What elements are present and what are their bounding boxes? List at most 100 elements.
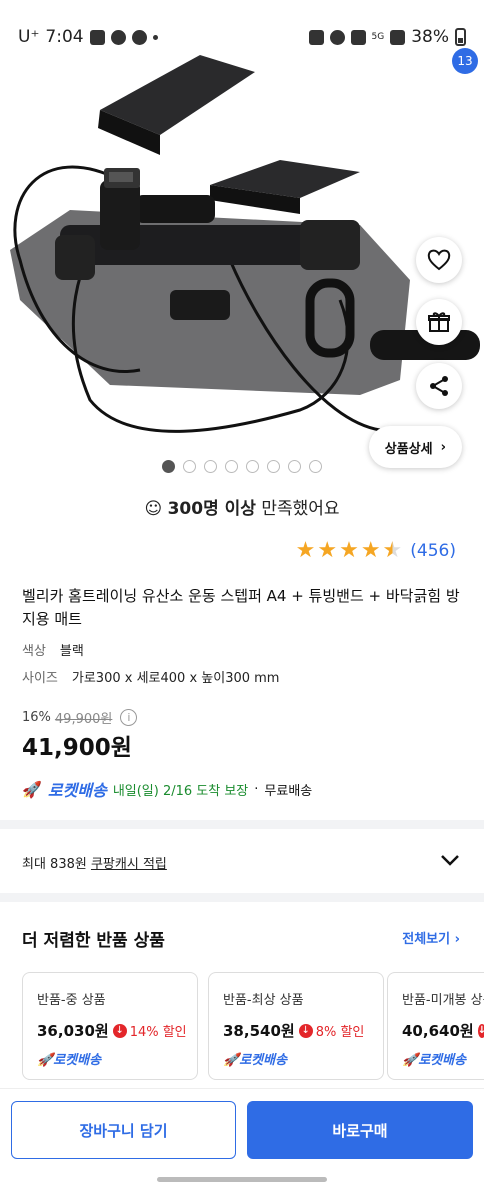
option-value: 가로300 x 세로400 x 높이300 mm (71, 671, 280, 686)
chevron-right-icon: › (454, 932, 460, 947)
cash-prefix: 최대 838원 (22, 857, 91, 872)
card-price-row: 36,030원 ↓ 14% 할인 (37, 1020, 187, 1041)
lock-icon (308, 29, 324, 45)
rocket-delivery-label: 로켓배송 (47, 781, 107, 800)
view-all-link[interactable]: 전체보기 › (402, 928, 460, 947)
card-discount: ↓ 8% 할인 (298, 1021, 365, 1040)
cart-count-badge: 13 (452, 48, 478, 74)
return-product-card[interactable]: 반품-중 상품 36,030원 ↓ 14% 할인 🚀로켓배송 (22, 972, 198, 1080)
product-detail-label: 상품상세 (384, 441, 433, 457)
card-discount-label: 14% 할인 (129, 1025, 187, 1040)
card-price: 38,540원 (223, 1022, 295, 1040)
back-button[interactable] (12, 56, 48, 92)
section-divider (0, 820, 484, 829)
gift-icon (428, 312, 450, 332)
star-icon: ★ (317, 538, 338, 563)
star-icon: ★ (295, 538, 316, 563)
home-button[interactable] (368, 56, 404, 92)
time: 7:04 (45, 27, 84, 47)
chevron-right-icon: › (440, 439, 446, 455)
half-star-icon: ★ (382, 538, 403, 563)
link-icon (110, 29, 126, 45)
chevron-down-icon (441, 855, 459, 866)
gallery-dot[interactable] (204, 460, 217, 473)
return-product-card[interactable]: 반품-미개봉 상품 40,640원 ↓ 🚀로켓배송 (387, 972, 484, 1080)
battery-icon (455, 28, 466, 46)
gallery-dot[interactable] (267, 460, 280, 473)
network-type: 5G (371, 32, 385, 42)
cart-button[interactable]: 13 (432, 48, 478, 92)
view-all-label: 전체보기 (402, 932, 451, 947)
product-page: 상품상세 › U⁺ 7:04 5G 38% 13 ☺ 300명 이상 만족했어요… (0, 0, 484, 1188)
bottom-action-bar: 장바구니 담기 바로구매 (0, 1088, 484, 1188)
arrow-down-icon: ↓ (298, 1023, 313, 1038)
arrow-down-icon: ↓ (112, 1023, 127, 1038)
add-to-cart-button[interactable]: 장바구니 담기 (11, 1101, 236, 1159)
option-color: 색상 블랙 (22, 640, 84, 659)
discount-row: 16% 49,900원 i (22, 708, 138, 727)
discount-rate: 16% (22, 710, 51, 725)
info-icon[interactable]: i (120, 709, 138, 726)
gesture-home-bar[interactable] (157, 1177, 327, 1182)
share-icon (430, 376, 448, 396)
gallery-dot[interactable] (162, 460, 175, 473)
card-discount: ↓ 14% 할인 (112, 1021, 187, 1040)
free-shipping: 무료배송 (264, 783, 313, 799)
search-button[interactable] (305, 56, 341, 92)
talk-icon (131, 29, 147, 45)
arrow-down-icon: ↓ (477, 1023, 484, 1038)
star-icon: ★ (339, 538, 359, 563)
gallery-dot[interactable] (183, 460, 196, 473)
card-rocket: 🚀로켓배송 (37, 1049, 183, 1068)
rocket-icon: 🚀 (22, 779, 42, 799)
gallery-dot[interactable] (309, 460, 322, 473)
card-price-row: 40,640원 ↓ (402, 1020, 484, 1041)
card-label: 반품-미개봉 상품 (402, 993, 484, 1008)
share-button[interactable] (416, 363, 462, 409)
gallery-dot[interactable] (225, 460, 238, 473)
card-rocket-label: 로켓배송 (418, 1053, 467, 1068)
battery-percent: 38% (411, 27, 449, 47)
coupang-cash-link[interactable]: 쿠팡캐시 적립 (91, 857, 167, 872)
option-label: 색상 (22, 644, 46, 659)
top-navigation: 13 (0, 48, 484, 100)
card-rocket-label: 로켓배송 (53, 1053, 102, 1068)
card-discount-label: 8% 할인 (315, 1025, 365, 1040)
buy-now-button[interactable]: 바로구매 (247, 1101, 473, 1159)
card-price-row: 38,540원 ↓ 8% 할인 (223, 1020, 369, 1041)
smile-icon: ☺ (144, 499, 163, 519)
option-label: 사이즈 (22, 671, 58, 686)
rating-summary[interactable]: ★ ★ ★ ★ ★ (456) (296, 540, 456, 562)
wishlist-button[interactable] (416, 237, 462, 283)
gallery-dot[interactable] (288, 460, 301, 473)
notification-icon (89, 29, 105, 45)
home-icon (373, 60, 399, 88)
gallery-dot[interactable] (246, 460, 259, 473)
heart-icon (427, 249, 451, 271)
option-size: 사이즈 가로300 x 세로400 x 높이300 mm (22, 667, 279, 686)
product-title: 벨리카 홈트레이닝 유산소 운동 스텝퍼 A4 + 튜빙밴드 + 바닥긁힘 방지… (22, 587, 460, 628)
satisfaction-summary: ☺ 300명 이상 만족했어요 (0, 494, 484, 519)
delivery-info: 🚀 로켓배송 내일(일) 2/16 도착 보장 · 무료배송 (22, 777, 312, 801)
satisfaction-text: 만족했어요 (261, 499, 340, 519)
option-value: 블랙 (59, 644, 84, 659)
rocket-icon: 🚀 (223, 1053, 240, 1068)
search-icon (309, 60, 337, 88)
gallery-dots[interactable] (0, 460, 484, 473)
star-icon: ★ (360, 538, 381, 563)
signal-icon (390, 29, 406, 45)
card-price: 40,640원 (402, 1022, 474, 1040)
card-rocket: 🚀로켓배송 (402, 1049, 483, 1068)
rocket-icon: 🚀 (37, 1053, 54, 1068)
satisfaction-count: 300명 이상 (167, 499, 256, 519)
delivery-eta: 내일(일) 2/16 도착 보장 (112, 783, 249, 799)
cash-expand-button[interactable] (440, 852, 460, 871)
review-count[interactable]: (456) (410, 541, 456, 561)
returns-heading: 더 저렴한 반품 상품 (22, 931, 165, 951)
card-price: 36,030원 (37, 1022, 109, 1040)
return-product-card[interactable]: 반품-최상 상품 38,540원 ↓ 8% 할인 🚀로켓배송 (208, 972, 384, 1080)
card-label: 반품-중 상품 (37, 993, 106, 1008)
gift-button[interactable] (416, 299, 462, 345)
alarm-icon (329, 29, 345, 45)
sale-price: 41,900원 (22, 735, 132, 761)
